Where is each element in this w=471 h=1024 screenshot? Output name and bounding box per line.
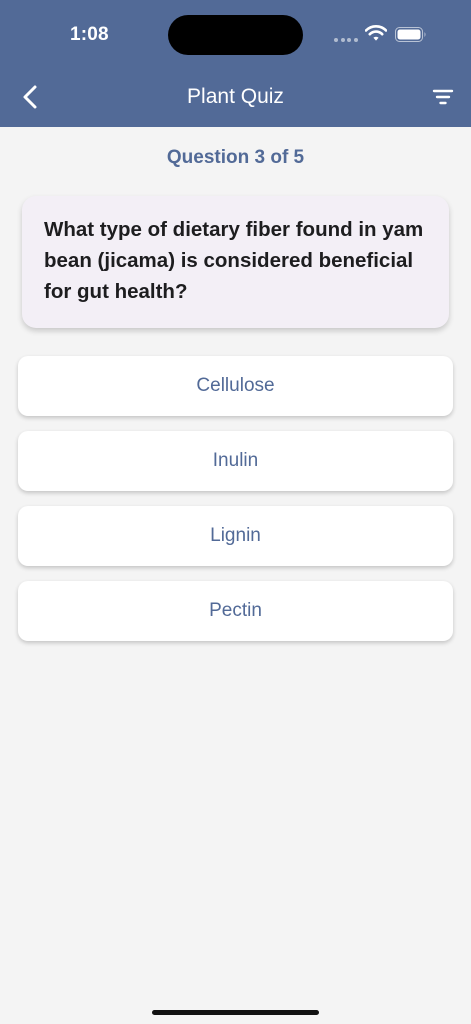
dynamic-island xyxy=(168,15,303,55)
app-header: 1:08 Plant Quiz xyxy=(0,0,471,127)
home-indicator[interactable] xyxy=(152,1010,319,1015)
filter-icon[interactable] xyxy=(432,88,454,106)
answer-button-inulin[interactable]: Inulin xyxy=(18,431,453,491)
answer-button-pectin[interactable]: Pectin xyxy=(18,581,453,641)
answer-button-cellulose[interactable]: Cellulose xyxy=(18,356,453,416)
status-time: 1:08 xyxy=(70,24,109,45)
question-text: What type of dietary fiber found in yam … xyxy=(44,218,424,303)
answer-button-lignin[interactable]: Lignin xyxy=(18,506,453,566)
page-title: Plant Quiz xyxy=(187,85,284,108)
wifi-icon xyxy=(365,25,387,41)
battery-icon xyxy=(395,27,426,42)
cellular-signal-icon xyxy=(334,38,358,42)
question-counter: Question 3 of 5 xyxy=(166,147,305,168)
question-card: What type of dietary fiber found in yam … xyxy=(22,196,449,328)
